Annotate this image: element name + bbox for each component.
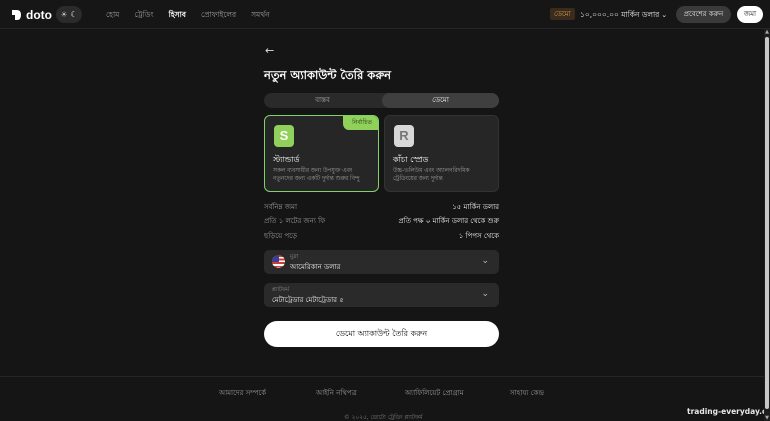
currency-value: আমেরিকান ডলার [290, 263, 341, 271]
nav-item-profile[interactable]: প্রোফাইলের [201, 10, 236, 22]
footer-link-affiliate[interactable]: অ্যাফিলিয়েট প্রোগ্রাম [405, 387, 464, 399]
nav-item-trading[interactable]: ট্রেডিং [134, 10, 153, 22]
doto-logo-icon [12, 10, 21, 20]
sun-icon[interactable]: ☀ [60, 10, 67, 19]
info-label: প্রতি ১ লটের জন্য ফি [264, 217, 326, 225]
balance-selector[interactable]: ১০,০০০.০০ মার্কিন ডলার ⌄ [580, 10, 667, 22]
platform-value: মেটাট্রেডার মেটাট্রেডার ৫ [272, 296, 344, 304]
standard-account-icon: S [274, 125, 294, 147]
platform-select[interactable]: প্ল্যাটফর্ম মেটাট্রেডার মেটাট্রেডার ৫ ⌄ [264, 283, 499, 307]
card-name: স্ট্যান্ডার্ড [273, 155, 300, 164]
scroll-up-icon[interactable]: ▲ [764, 29, 770, 35]
brand-name: doto [26, 8, 52, 22]
footer-link-about[interactable]: আমাদের সম্পর্কে [219, 387, 266, 399]
moon-icon[interactable]: ☾ [70, 10, 77, 19]
card-name: কাঁচা স্প্রেড [393, 155, 429, 164]
scrollbar[interactable]: ▲ ▼ [764, 29, 770, 421]
info-row-fee: প্রতি ১ লটের জন্য ফি প্রতি পক্ষ ০ মার্কি… [264, 215, 499, 226]
page-title: নতুন অ্যাকাউন্ট তৈরি করুন [264, 68, 392, 82]
balance-value: ১০,০০০.০০ মার্কিন ডলার [580, 10, 660, 19]
us-flag-icon [272, 255, 285, 268]
tab-real[interactable]: বাস্তব [264, 93, 381, 108]
info-value: ১ পিপস থেকে [458, 232, 499, 240]
info-value: ১৫ মার্কিন ডলার [452, 203, 499, 211]
chevron-down-icon: ⌄ [661, 11, 668, 19]
scrollbar-thumb[interactable] [765, 37, 769, 409]
create-demo-account-button[interactable]: ডেমো অ্যাকাউন্ট তৈরি করুন [264, 321, 499, 347]
nav-item-support[interactable]: সমর্থন [251, 10, 269, 22]
nav-item-home[interactable]: হোম [106, 10, 119, 22]
card-description: উচ্চ-ভলিউম এবং অ্যালগরিদমিক ট্রেডিংয়ের … [393, 168, 470, 182]
selected-badge: নির্বাচিত [343, 116, 378, 130]
login-button[interactable]: প্রবেশের করুন [676, 6, 731, 23]
card-description: সকল ব্যবসায়ীর জন্য উপযুক্ত এবং নতুনদের … [273, 168, 360, 182]
footer: আমাদের সম্পর্কে আইনি নথিপত্র অ্যাফিলিয়ে… [0, 376, 770, 421]
nav-item-accounts[interactable]: হিসাব [169, 10, 186, 22]
info-label: সর্বনিম্ন জমা [264, 203, 297, 211]
arrow-left-icon[interactable]: ← [265, 44, 274, 57]
chevron-down-icon: ⌄ [481, 289, 489, 299]
info-row-spread: ছড়িয়ে পড়ে ১ পিপস থেকে [264, 230, 499, 241]
info-value: প্রতি পক্ষ ০ মার্কিন ডলার থেকে শুরু [398, 217, 499, 225]
watermark: trading-everyday.com [687, 407, 770, 416]
copyright: © ২০২৫, ডোটো ট্রেডিং প্ল্যাটফর্ম [344, 415, 423, 421]
main-nav: হোম ট্রেডিং হিসাব প্রোফাইলের সমর্থন [106, 10, 285, 22]
currency-select[interactable]: মুদ্রা আমেরিকান ডলার ⌄ [264, 250, 499, 274]
footer-link-legal[interactable]: আইনি নথিপত্র [316, 387, 357, 399]
chevron-down-icon: ⌄ [481, 256, 489, 266]
account-card-raw-spread[interactable]: R কাঁচা স্প্রেড উচ্চ-ভলিউম এবং অ্যালগরিদ… [384, 115, 499, 192]
account-type-switch: বাস্তব ডেমো [264, 93, 499, 108]
demo-badge: ডেমো [550, 8, 575, 20]
footer-link-help[interactable]: সাহায্য কেন্দ্র [510, 387, 544, 399]
brand-logo[interactable]: doto [10, 8, 52, 22]
top-navbar: doto ☀ ☾ হোম ট্রেডিং হিসাব প্রোফাইলের সম… [0, 0, 770, 29]
deposit-button[interactable]: জমা [737, 6, 763, 23]
theme-toggle[interactable]: ☀ ☾ [56, 6, 82, 23]
raw-spread-account-icon: R [394, 125, 414, 147]
tab-demo[interactable]: ডেমো [382, 93, 499, 108]
account-card-standard[interactable]: নির্বাচিত S স্ট্যান্ডার্ড সকল ব্যবসায়ীর… [264, 115, 379, 192]
scroll-down-icon[interactable]: ▼ [764, 415, 770, 421]
info-row-min-deposit: সর্বনিম্ন জমা ১৫ মার্কিন ডলার [264, 201, 499, 212]
info-label: ছড়িয়ে পড়ে [264, 232, 297, 240]
